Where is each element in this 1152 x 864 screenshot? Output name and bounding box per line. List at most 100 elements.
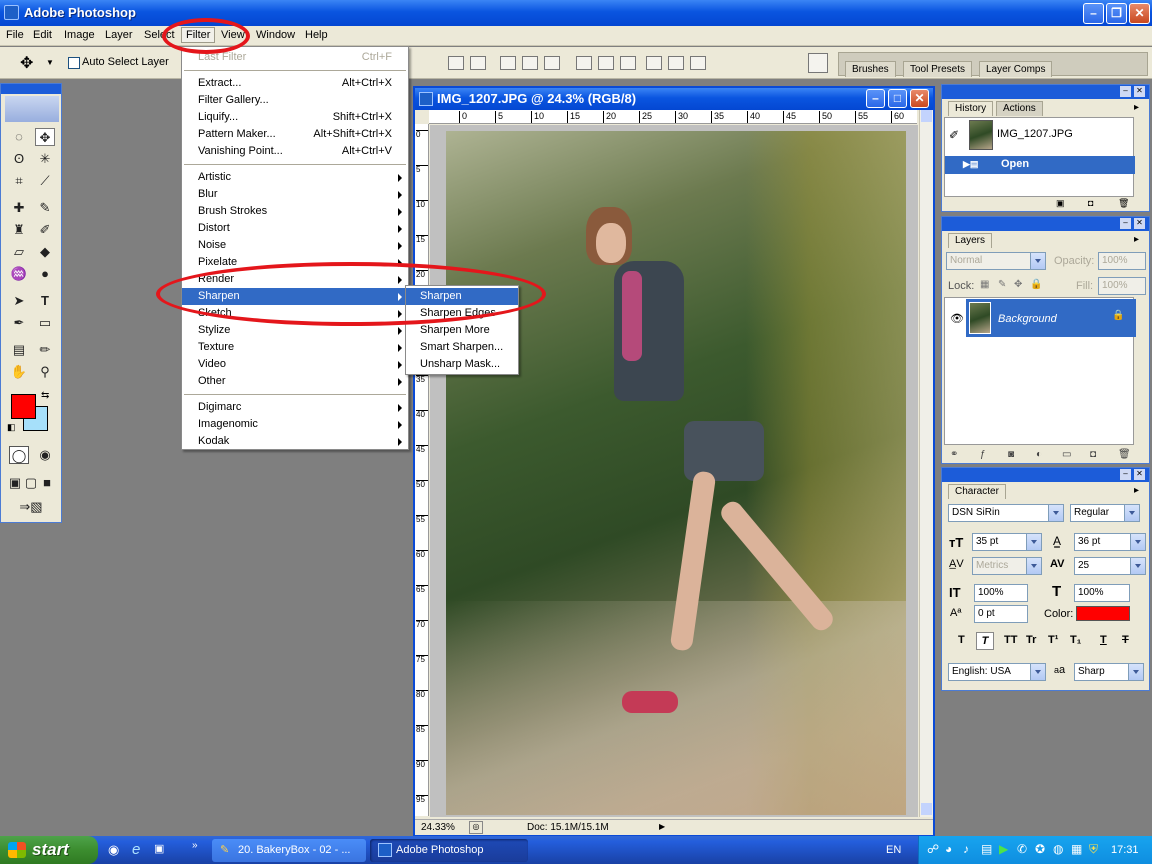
distribute-top-icon[interactable] [576, 56, 592, 70]
paint-bucket-icon[interactable]: ◆ [35, 243, 55, 261]
menu-item-imagenomic[interactable]: Imagenomic [182, 416, 408, 433]
chevron-down-icon[interactable] [1130, 558, 1145, 574]
menu-item-extract[interactable]: Extract... Alt+Ctrl+X [182, 75, 408, 92]
status-info-icon[interactable]: ◎ [469, 821, 483, 834]
screen-mode-menubar-icon[interactable]: ▢ [23, 474, 39, 492]
font-family-select[interactable]: DSN SiRin [948, 504, 1064, 522]
slice-tool-icon[interactable]: ⟋ [35, 172, 55, 190]
task-bakerybox[interactable]: ✎ 20. BakeryBox - 02 - ... [212, 839, 366, 862]
align-hcenter-icon[interactable] [544, 56, 560, 70]
history-brush-icon[interactable]: ✐ [35, 221, 55, 239]
all-caps-button[interactable]: TT [1004, 634, 1017, 646]
strikethrough-button[interactable]: T [1122, 634, 1129, 646]
zoom-tool-icon[interactable]: ⚲ [35, 363, 55, 381]
tab-layer-comps[interactable]: Layer Comps [979, 61, 1053, 77]
history-palette-header[interactable]: – ✕ [942, 85, 1149, 99]
notes-tool-icon[interactable]: ▤ [9, 341, 29, 359]
magic-wand-tool-icon[interactable]: ✳ [35, 150, 55, 168]
link-layers-icon[interactable]: ⚭ [950, 449, 958, 460]
menu-item-noise[interactable]: Noise [182, 237, 408, 254]
align-top-icon[interactable] [448, 56, 464, 70]
align-vcenter-icon[interactable] [470, 56, 486, 70]
opacity-field[interactable]: 100% [1098, 252, 1146, 270]
chevron-down-icon[interactable] [1130, 534, 1145, 550]
standard-mode-icon[interactable]: ◯ [9, 446, 29, 464]
canvas-area[interactable] [430, 125, 918, 817]
tray-security-icon[interactable]: ⛨ [1089, 842, 1098, 857]
quick-mask-icon[interactable]: ◉ [35, 446, 55, 464]
blur-tool-icon[interactable]: ♒ [9, 265, 29, 283]
screen-mode-standard-icon[interactable]: ▣ [7, 474, 23, 492]
chevron-down-icon[interactable] [1030, 253, 1045, 269]
chevron-down-icon[interactable] [1026, 534, 1041, 550]
lock-pixels-icon[interactable]: ✎ [998, 279, 1006, 290]
submenu-item-sharpen-more[interactable]: Sharpen More [406, 322, 518, 339]
toolbox-header[interactable] [1, 84, 61, 94]
tray-updates-icon[interactable]: ✪ [1035, 842, 1045, 856]
menu-item-vanishing-point[interactable]: Vanishing Point... Alt+Ctrl+V [182, 143, 408, 160]
eraser-tool-icon[interactable]: ▱ [9, 243, 29, 261]
dodge-tool-icon[interactable]: ● [35, 265, 55, 283]
history-state-open[interactable]: ▶▤ Open [945, 156, 1135, 174]
menu-help[interactable]: Help [305, 29, 328, 41]
quicklaunch-app-icon[interactable]: ▣ [154, 842, 164, 855]
default-colors-icon[interactable]: ◧ [7, 422, 16, 433]
tab-brushes[interactable]: Brushes [845, 61, 896, 77]
menu-item-brush-strokes[interactable]: Brush Strokes [182, 203, 408, 220]
layer-name[interactable]: Background [998, 313, 1057, 325]
menu-item-digimarc[interactable]: Digimarc [182, 399, 408, 416]
menu-item-kodak[interactable]: Kodak [182, 433, 408, 450]
layer-row-background[interactable]: Background 🔒 [966, 299, 1136, 337]
photo-canvas[interactable] [446, 131, 906, 815]
horizontal-scale-field[interactable]: 100% [1074, 584, 1130, 602]
status-menu-arrow-icon[interactable]: ▶ [659, 822, 665, 831]
eyedropper-tool-icon[interactable]: ✏ [35, 341, 55, 359]
tab-history[interactable]: History [948, 101, 994, 116]
close-button[interactable]: ✕ [1129, 3, 1150, 24]
distribute-bottom-icon[interactable] [620, 56, 636, 70]
blend-mode-select[interactable]: Normal [946, 252, 1046, 270]
zoom-level[interactable]: 24.33% [421, 822, 455, 833]
menu-item-texture[interactable]: Texture [182, 339, 408, 356]
menu-item-blur[interactable]: Blur [182, 186, 408, 203]
foreground-color-swatch[interactable] [11, 394, 36, 419]
quicklaunch-desktop-icon[interactable]: ◉ [108, 842, 119, 858]
snapshot-name[interactable]: IMG_1207.JPG [997, 128, 1073, 140]
menu-file[interactable]: File [6, 29, 24, 41]
restore-button[interactable]: ❐ [1106, 3, 1127, 24]
auto-select-checkbox[interactable] [68, 57, 80, 69]
tray-sync-icon[interactable]: ◍ [1053, 842, 1063, 856]
chevron-down-icon[interactable] [1048, 505, 1063, 521]
tray-display-icon[interactable]: ▦ [1071, 842, 1082, 856]
menu-item-distort[interactable]: Distort [182, 220, 408, 237]
swap-colors-icon[interactable]: ⇆ [41, 390, 49, 401]
chevron-down-icon[interactable]: ▼ [46, 58, 54, 67]
palette-minimize-icon[interactable]: – [1120, 86, 1131, 97]
minimize-button[interactable]: – [1083, 3, 1104, 24]
horizontal-ruler[interactable]: 05101520253035404550556065 [429, 110, 917, 124]
trash-icon[interactable]: 🗑 [1118, 198, 1129, 209]
quicklaunch-more-icon[interactable]: » [192, 840, 198, 851]
vertical-scrollbar[interactable] [919, 110, 933, 817]
distribute-right-icon[interactable] [690, 56, 706, 70]
menu-image[interactable]: Image [64, 29, 95, 41]
tray-antivirus-icon[interactable]: ◕ [945, 842, 952, 856]
task-photoshop[interactable]: Adobe Photoshop [370, 839, 528, 862]
menu-item-pattern-maker[interactable]: Pattern Maker... Alt+Shift+Ctrl+X [182, 126, 408, 143]
distribute-hcenter-icon[interactable] [668, 56, 684, 70]
subscript-button[interactable]: T₁ [1070, 634, 1081, 646]
underline-button[interactable]: T [1100, 634, 1107, 646]
submenu-item-smart-sharpen[interactable]: Smart Sharpen... [406, 339, 518, 356]
language-indicator[interactable]: EN [886, 844, 901, 856]
faux-bold-button[interactable]: T [958, 634, 965, 646]
clone-stamp-icon[interactable]: ♜ [9, 221, 29, 239]
brush-tool-icon[interactable]: ✎ [35, 199, 55, 217]
snapshot-thumbnail[interactable] [969, 120, 993, 150]
internet-explorer-icon[interactable]: e [132, 841, 140, 858]
scroll-up-button[interactable] [921, 110, 932, 122]
move-tool-preset-icon[interactable]: ✥ [20, 53, 33, 73]
superscript-button[interactable]: T¹ [1048, 634, 1058, 646]
palette-close-icon[interactable]: ✕ [1134, 218, 1145, 229]
tab-tool-presets[interactable]: Tool Presets [903, 61, 973, 77]
menu-item-filter-gallery[interactable]: Filter Gallery... [182, 92, 408, 109]
